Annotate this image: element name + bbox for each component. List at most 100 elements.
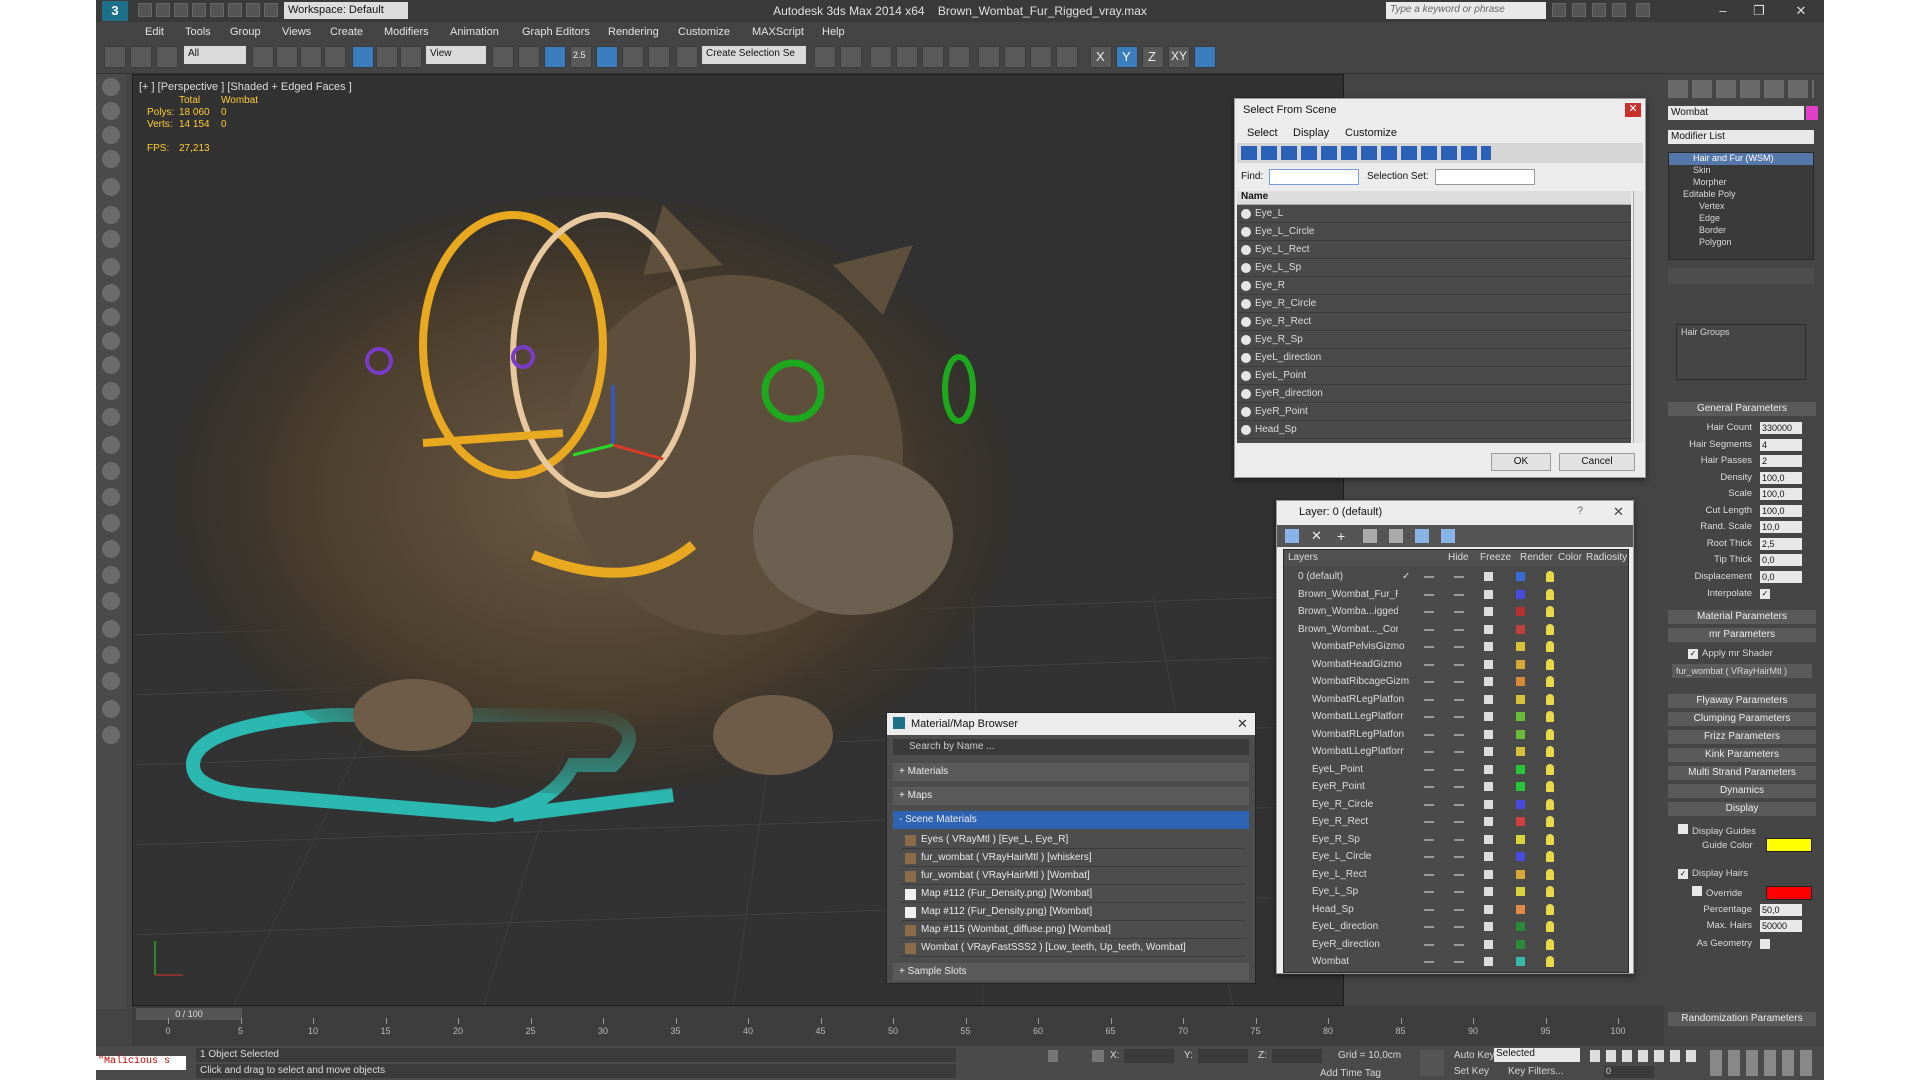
freeze-toggle[interactable] [1454,768,1464,771]
render-toggle[interactable] [1484,729,1493,739]
freeze-toggle[interactable] [1454,926,1464,928]
freeze-toggle[interactable] [1454,698,1464,701]
object-name-field[interactable]: Wombat [1668,106,1804,120]
render-production-icon[interactable] [1056,46,1078,68]
select-and-rotate-icon[interactable] [376,46,398,68]
hide-toggle[interactable] [1424,576,1434,578]
z-coord-field[interactable] [1272,1049,1322,1063]
select-and-scale-icon[interactable] [400,46,422,68]
radiosity-bulb-icon[interactable] [1546,781,1554,792]
layer-row[interactable]: EyeL_direction [1284,918,1629,935]
max-hairs-spinner[interactable]: 50000 [1760,920,1802,932]
freeze-toggle[interactable] [1454,733,1464,736]
document-icon[interactable] [102,700,120,718]
render-toggle[interactable] [1484,607,1493,616]
render-setup-icon[interactable] [1004,46,1026,68]
freeze-toggle[interactable] [1454,593,1464,596]
stack-item-morpher[interactable]: Morpher [1669,177,1813,189]
schematic-view-icon[interactable] [948,46,970,68]
sfs-menu-display[interactable]: Display [1293,127,1329,139]
absolute-mode-icon[interactable] [1092,1050,1104,1062]
material-search-input[interactable]: Search by Name ... [893,739,1249,755]
key-filters-button[interactable]: Key Filters... [1508,1066,1564,1077]
object-color-swatch[interactable] [1806,106,1818,120]
spinner-snap-icon[interactable] [648,46,670,68]
freeze-toggle[interactable] [1454,838,1464,841]
display-hairs-row[interactable]: ✓ Display Hairs [1678,868,1748,879]
named-selection-dropdown[interactable]: Create Selection Se [702,46,806,64]
binoculars-icon[interactable] [1552,3,1566,17]
sphere-blue-icon[interactable] [102,620,120,638]
radiosity-bulb-icon[interactable] [1546,693,1554,705]
render-toggle[interactable] [1484,834,1493,844]
sfs-find-input[interactable] [1269,169,1359,185]
menu-maxscript[interactable]: MAXScript [752,24,804,40]
layer-row[interactable]: Eye_L_Circle [1284,848,1629,865]
layer-row[interactable]: WombatRLegPlatfon [1284,691,1629,708]
freeze-toggle[interactable] [1454,716,1464,718]
graphite-ribbon-icon[interactable] [896,46,918,68]
apply-mr-checkbox[interactable]: ✓ [1688,649,1698,659]
layer-col-layers[interactable]: Layers [1288,552,1318,563]
mask-icon[interactable] [102,230,120,248]
hide-toggle[interactable] [1424,628,1434,631]
freeze-toggle[interactable] [1454,856,1464,858]
menu-create[interactable]: Create [330,24,363,40]
layer-color-swatch[interactable] [1516,834,1525,844]
layer-color-swatch[interactable] [1516,712,1525,721]
select-and-move-icon[interactable] [352,46,374,68]
render-toggle[interactable] [1484,694,1493,704]
menu-customize[interactable]: Customize [678,24,730,40]
maxscript-listener[interactable]: "Malicious s [96,1056,186,1070]
layer-row[interactable]: Wombat [1284,953,1629,970]
lock-selection-icon[interactable] [1048,1050,1058,1062]
layer-color-swatch[interactable] [1516,852,1525,861]
layer-col-hide[interactable]: Hide [1448,552,1469,563]
layer-color-swatch[interactable] [1516,887,1525,896]
layer-row[interactable]: Brown_Womba...igged_ [1284,603,1629,620]
layer-row[interactable]: EyeR_direction [1284,936,1629,953]
apply-mr-shader[interactable]: ✓ Apply mr Shader [1688,648,1773,659]
scene-material-item[interactable]: Wombat ( VRayFastSSS2 ) [Low_teeth, Up_t… [901,939,1245,957]
sfs-name-column-header[interactable]: Name [1237,191,1631,205]
layer-color-swatch[interactable] [1516,782,1525,791]
stack-item-editable-poly[interactable]: Editable Poly [1669,189,1813,201]
render-toggle[interactable] [1484,817,1493,826]
layer-color-swatch[interactable] [1516,957,1525,966]
stack-item-edge[interactable]: Edge [1669,213,1813,225]
hide-toggle[interactable] [1424,751,1434,753]
communication-icon[interactable] [1592,3,1606,17]
text-icon[interactable] [102,126,120,144]
freeze-toggle[interactable] [1454,821,1464,823]
display-hairs-checkbox[interactable]: ✓ [1678,869,1688,879]
freeze-toggle[interactable] [1454,646,1464,648]
menu-animation[interactable]: Animation [450,24,499,40]
layer-color-swatch[interactable] [1516,922,1525,931]
layer-color-swatch[interactable] [1516,642,1525,651]
layer-row[interactable]: Head_Sp [1284,901,1629,918]
unlink-icon[interactable] [130,46,152,68]
cone-icon[interactable] [102,356,120,374]
globe-icon[interactable] [102,672,120,690]
create-layer-icon[interactable] [1285,529,1299,543]
stack-item-border[interactable]: Border [1669,225,1813,237]
auto-key-button[interactable]: Auto Key [1454,1050,1495,1061]
torus-icon[interactable] [102,408,120,426]
hat-icon[interactable] [102,332,120,350]
hairbrush-icon[interactable] [102,566,120,584]
keyboard-shortcut-override-icon[interactable] [544,46,566,68]
layer-row[interactable]: Eye_R_Sp [1284,831,1629,848]
dots-icon[interactable] [102,436,120,454]
select-object-icon[interactable] [252,46,274,68]
rope-icon[interactable] [102,488,120,506]
render-toggle[interactable] [1484,624,1493,634]
layer-color-swatch[interactable] [1516,904,1525,914]
stack-item-skin[interactable]: Skin [1669,165,1813,177]
scene-material-item[interactable]: Map #115 (Wombat_diffuse.png) [Wombat] [901,921,1245,939]
param-spinner[interactable]: 100,0 [1760,488,1802,500]
teapot-icon[interactable] [102,78,120,96]
layer-row[interactable]: WombatHeadGizmo [1284,656,1629,673]
current-layer-check-icon[interactable]: ✓ [1402,568,1410,585]
freeze-toggle[interactable] [1454,908,1464,911]
render-toggle[interactable] [1484,782,1493,791]
